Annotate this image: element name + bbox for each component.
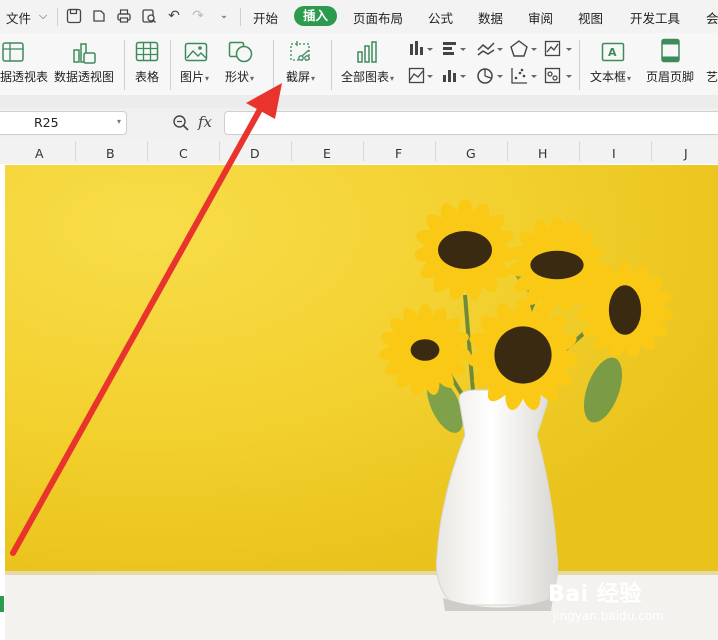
watermark-url: jingyan.baidu.com xyxy=(553,609,664,623)
annotation-arrow xyxy=(10,83,282,556)
baidu-watermark: Bai 经验 xyxy=(548,582,642,607)
